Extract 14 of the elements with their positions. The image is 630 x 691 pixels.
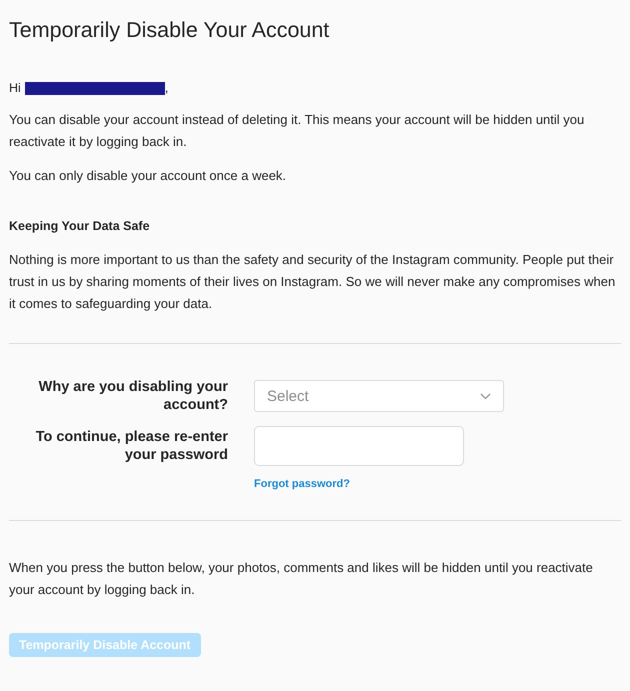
field-label: Why are you disabling your account? bbox=[38, 378, 228, 414]
body-text: When you press the button below, your photos, comments and likes will be hidden until you reactivate your account by logging back in. bbox=[9, 559, 594, 599]
greeting-text: , bbox=[164, 81, 168, 95]
body-text: You can disable your account instead of deleting it. This means your account will be hidden until you reactivate it by logging back in. bbox=[9, 111, 586, 151]
forgot-password-link[interactable]: Forgot password? bbox=[254, 478, 350, 490]
reason-dropdown[interactable]: Select bbox=[254, 380, 504, 412]
chevron-down-icon bbox=[480, 392, 491, 400]
body-text: Nothing is more important to us than the safety and security of the Instagram community. People put their trust in us by sharing moments of their lives on Instagram. So we will never make any compromises when it comes to safeguarding your data. bbox=[9, 251, 616, 313]
page-title: Temporarily Disable Your Account bbox=[9, 18, 330, 43]
greeting-text: Hi bbox=[9, 81, 21, 95]
field-label: To continue, please re-enter your password bbox=[34, 428, 228, 464]
password-field[interactable] bbox=[254, 426, 464, 466]
body-text: You can only disable your account once a week. bbox=[9, 167, 288, 185]
section-heading: Keeping Your Data Safe bbox=[9, 219, 151, 233]
